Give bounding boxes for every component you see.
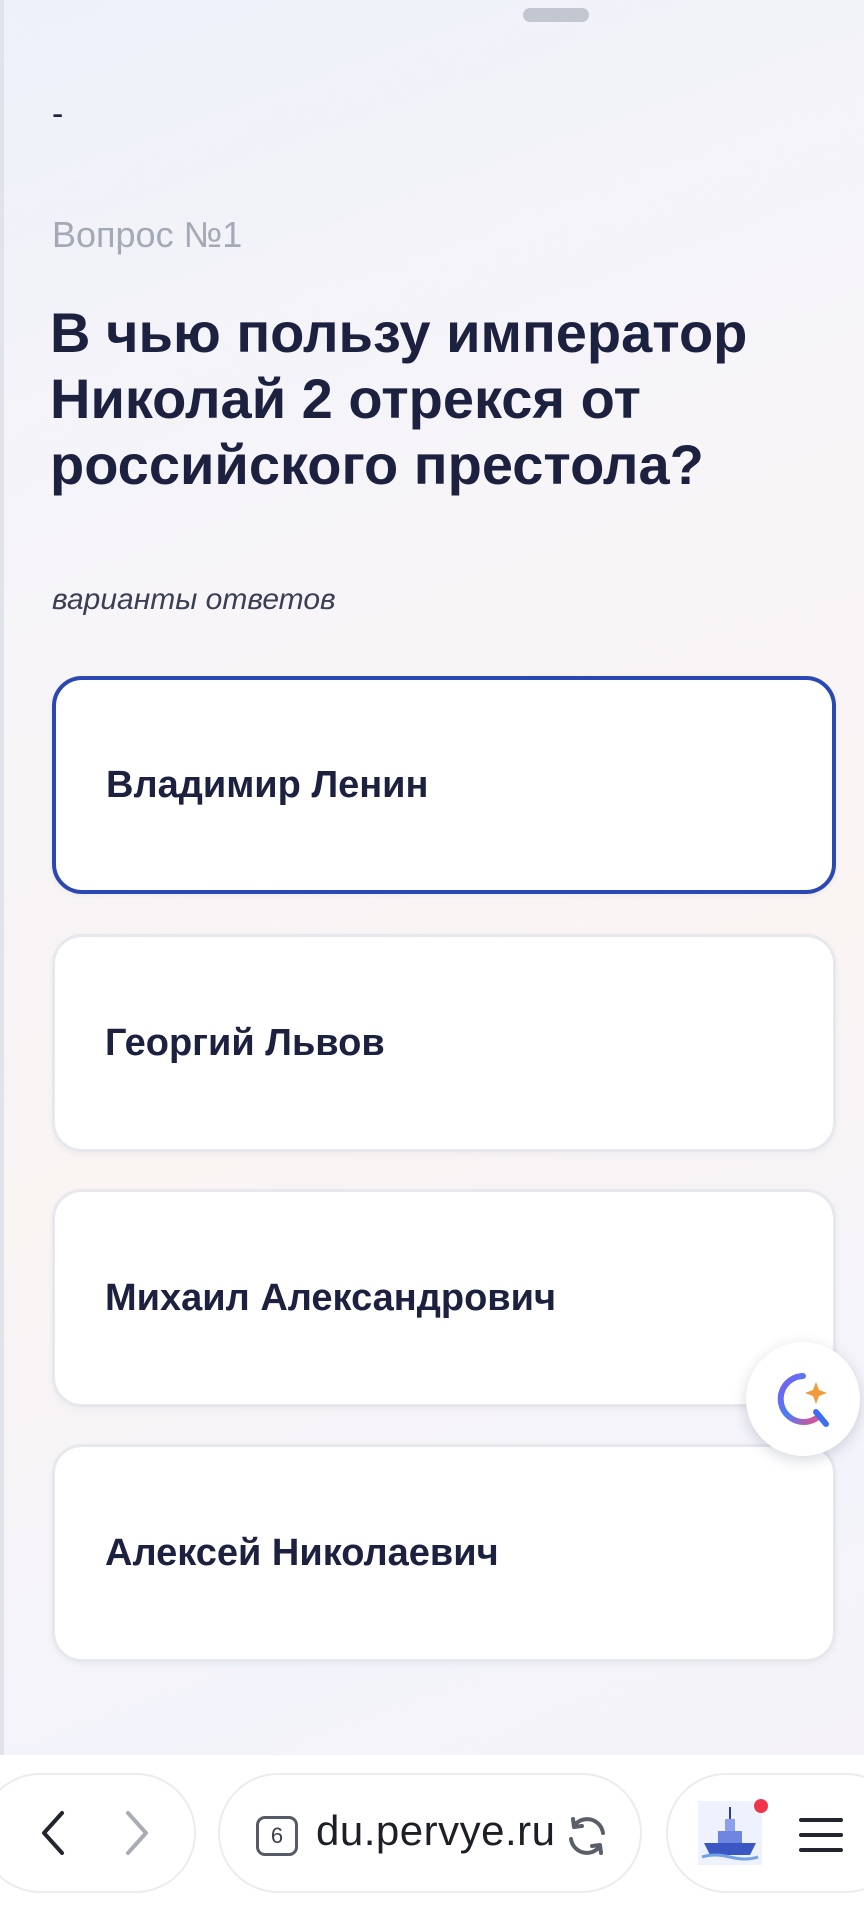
browser-toolbar: 6 du.pervye.ru <box>0 1755 864 1920</box>
ai-assistant-button[interactable] <box>746 1342 860 1456</box>
answer-option-label: Владимир Ленин <box>106 763 429 806</box>
answer-option-label: Михаил Александрович <box>105 1276 557 1319</box>
address-bar[interactable]: 6 du.pervye.ru <box>218 1773 642 1893</box>
forward-arrow-icon <box>126 1811 148 1855</box>
reload-icon[interactable] <box>564 1813 610 1859</box>
page-left-edge <box>0 0 4 1755</box>
notification-dot <box>754 1799 768 1813</box>
answer-option-3[interactable]: Михаил Александрович <box>52 1189 836 1407</box>
ai-assistant-icon <box>777 1373 829 1427</box>
nav-pill <box>0 1773 196 1893</box>
question-number: Вопрос №1 <box>52 214 243 255</box>
ship-avatar-icon[interactable] <box>698 1801 762 1865</box>
forward-button[interactable] <box>106 1803 166 1863</box>
sheet-drag-handle[interactable] <box>523 8 589 22</box>
answers-label: варианты ответов <box>52 583 336 616</box>
answer-option-2[interactable]: Георгий Львов <box>52 934 836 1152</box>
answer-option-label: Алексей Николаевич <box>105 1531 499 1574</box>
back-button[interactable] <box>24 1803 84 1863</box>
answer-option-4[interactable]: Алексей Николаевич <box>52 1444 836 1662</box>
answer-option-1[interactable]: Владимир Ленин <box>52 676 836 894</box>
answer-option-label: Георгий Львов <box>105 1021 385 1064</box>
question-title: В чью пользу император Николай 2 отрекся… <box>50 301 748 496</box>
tab-count-button[interactable]: 6 <box>256 1816 298 1856</box>
header-dash: - <box>52 95 64 133</box>
back-arrow-icon <box>42 1811 64 1855</box>
menu-icon[interactable] <box>798 1815 844 1855</box>
profile-menu-pill <box>666 1773 864 1893</box>
url-text: du.pervye.ru <box>316 1807 556 1854</box>
